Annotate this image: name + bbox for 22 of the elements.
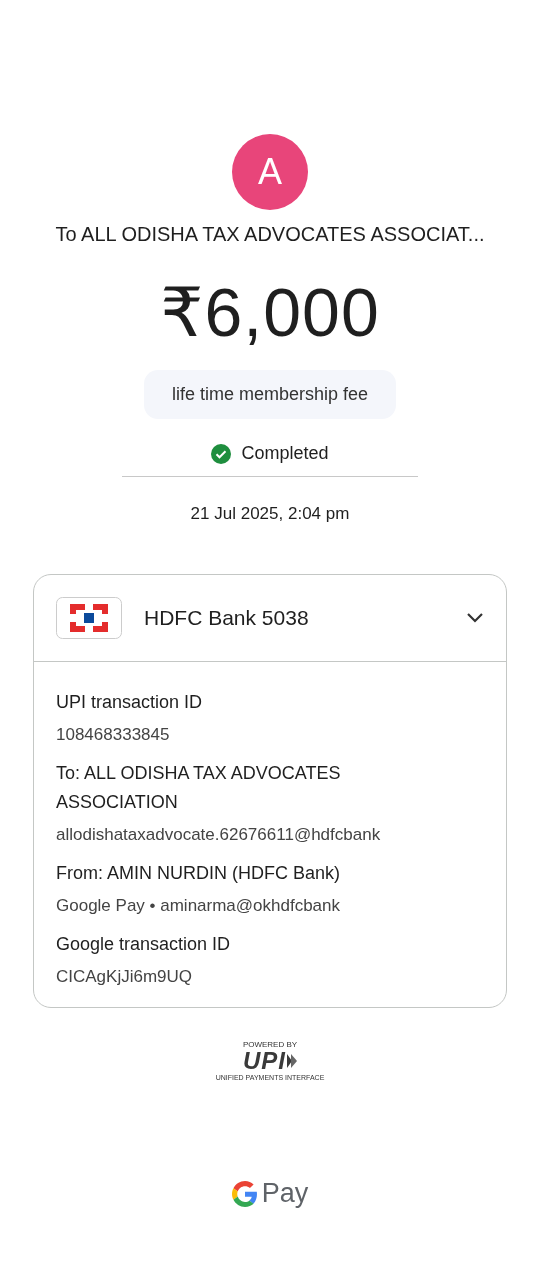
detail-label: To: ALL ODISHA TAX ADVOCATES ASSOCIATION [56, 762, 342, 814]
bank-logo-icon [56, 597, 122, 639]
upi-logo-text: UPI [243, 1049, 286, 1073]
payment-date: 21 Jul 2025, 2:04 pm [190, 504, 350, 524]
powered-by-label: POWERED BY [242, 1040, 298, 1049]
detail-label: From: AMIN NURDIN (HDFC Bank) [56, 862, 341, 885]
status-label: Completed [241, 443, 329, 464]
payee-name: To ALL ODISHA TAX ADVOCATES ASSOCIAT... [55, 223, 485, 246]
bank-account-name: HDFC Bank 5038 [144, 606, 310, 630]
detail-label: UPI transaction ID [56, 691, 204, 714]
avatar: A [232, 134, 308, 210]
detail-value: CICAgKjJi6m9UQ [56, 966, 194, 988]
chevron-down-icon[interactable] [466, 612, 484, 624]
detail-value: 108468333845 [56, 724, 171, 746]
amount: ₹6,000 [160, 273, 380, 352]
payment-note: life time membership fee [143, 370, 397, 419]
upi-arrows-icon [287, 1054, 297, 1068]
google-g-icon [231, 1180, 258, 1207]
brand-name: Pay [261, 1178, 309, 1209]
detail-label: Google transaction ID [56, 933, 232, 956]
detail-value: allodishataxadvocate.62676611@hdfcbank [56, 824, 382, 846]
detail-value: Google Pay • aminarma@okhdfcbank [56, 895, 342, 917]
